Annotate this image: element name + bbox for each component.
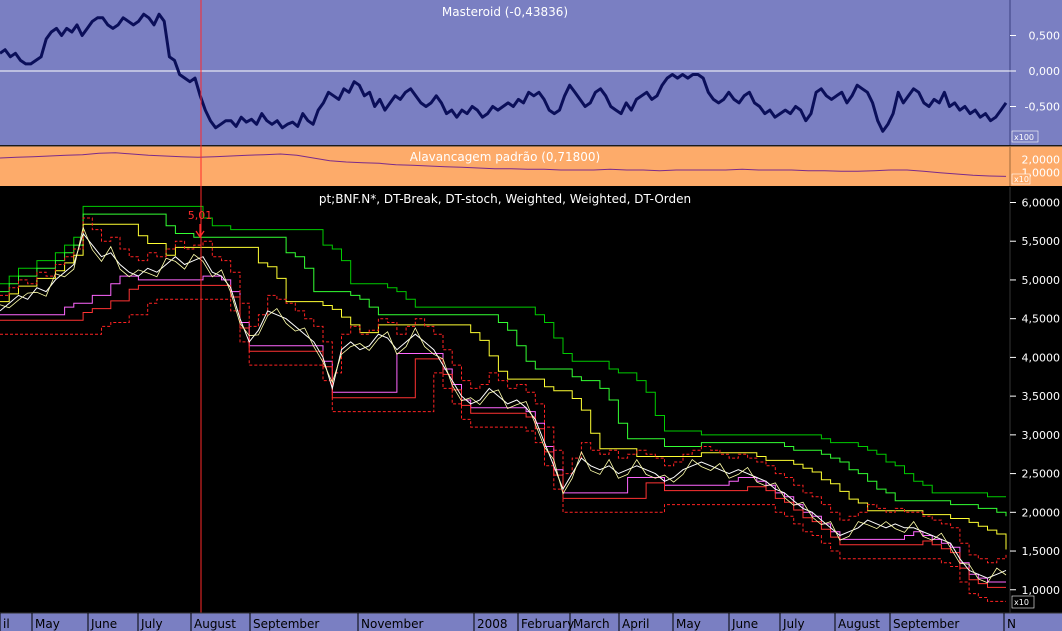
time-tick-label: August <box>194 617 236 631</box>
time-tick-label: November <box>361 617 423 631</box>
price-tick-label: 3,5000 <box>1022 390 1061 403</box>
price-tick-label: 1,0000 <box>1022 584 1061 597</box>
price-tick-label: 1,5000 <box>1022 545 1061 558</box>
masteroid-tick-label: -0,500 <box>1025 101 1060 114</box>
price-multiplier-label: x10 <box>1014 598 1029 607</box>
alavancagem-tick-label: 2,0000 <box>1022 153 1061 166</box>
price-tick-label: 2,0000 <box>1022 506 1061 519</box>
time-tick-label: May <box>35 617 60 631</box>
masteroid-multiplier-label: x100 <box>1014 133 1034 142</box>
masteroid-tick-label: 0,000 <box>1029 65 1061 78</box>
time-axis: il May June July August September November 2008… <box>0 612 1062 631</box>
time-tick-label: July <box>140 617 163 631</box>
price-tick-label: 3,0000 <box>1022 429 1061 442</box>
time-tick-label: N <box>1007 617 1016 631</box>
masteroid-tick-label: 0,500 <box>1029 30 1061 43</box>
time-tick-label: March <box>573 617 610 631</box>
time-tick-label: June <box>90 617 117 631</box>
trading-chart: Masteroid (-0,43836) 0,500 0,000 -0,500 x1… <box>0 0 1062 631</box>
time-tick-label: 2008 <box>477 617 508 631</box>
time-tick-label: July <box>782 617 805 631</box>
time-tick-label: August <box>838 617 880 631</box>
masteroid-title: Masteroid (-0,43836) <box>442 5 568 19</box>
alavancagem-title: Alavancagem padrão (0,71800) <box>410 150 600 164</box>
price-title: pt;BNF.N*, DT-Break, DT-stoch, Weighted,… <box>319 192 691 206</box>
price-tick-label: 6,0000 <box>1022 196 1061 209</box>
price-tick-label: 5,0000 <box>1022 274 1061 287</box>
alavancagem-panel: Alavancagem padrão (0,71800) 2,00001,000… <box>0 145 1062 186</box>
time-tick-label: April <box>622 617 649 631</box>
time-tick-label: September <box>253 617 319 631</box>
price-tick-label: 4,0000 <box>1022 351 1061 364</box>
price-tick-label: 5,5000 <box>1022 235 1061 248</box>
masteroid-panel: Masteroid (-0,43836) 0,500 0,000 -0,500 x1… <box>0 0 1062 145</box>
price-panel-bg <box>0 187 1062 613</box>
time-tick-label: il <box>3 617 10 631</box>
price-panel: pt;BNF.N*, DT-Break, DT-stoch, Weighted,… <box>0 187 1062 613</box>
time-tick-label: June <box>731 617 758 631</box>
annotation-label: 5,01 <box>188 209 213 222</box>
time-tick-label: May <box>676 617 701 631</box>
price-tick-label: 4,5000 <box>1022 313 1061 326</box>
time-tick-label: February <box>521 617 574 631</box>
price-tick-label: 2,5000 <box>1022 468 1061 481</box>
alavancagem-multiplier-label: x10 <box>1014 175 1029 184</box>
time-tick-label: September <box>893 617 959 631</box>
